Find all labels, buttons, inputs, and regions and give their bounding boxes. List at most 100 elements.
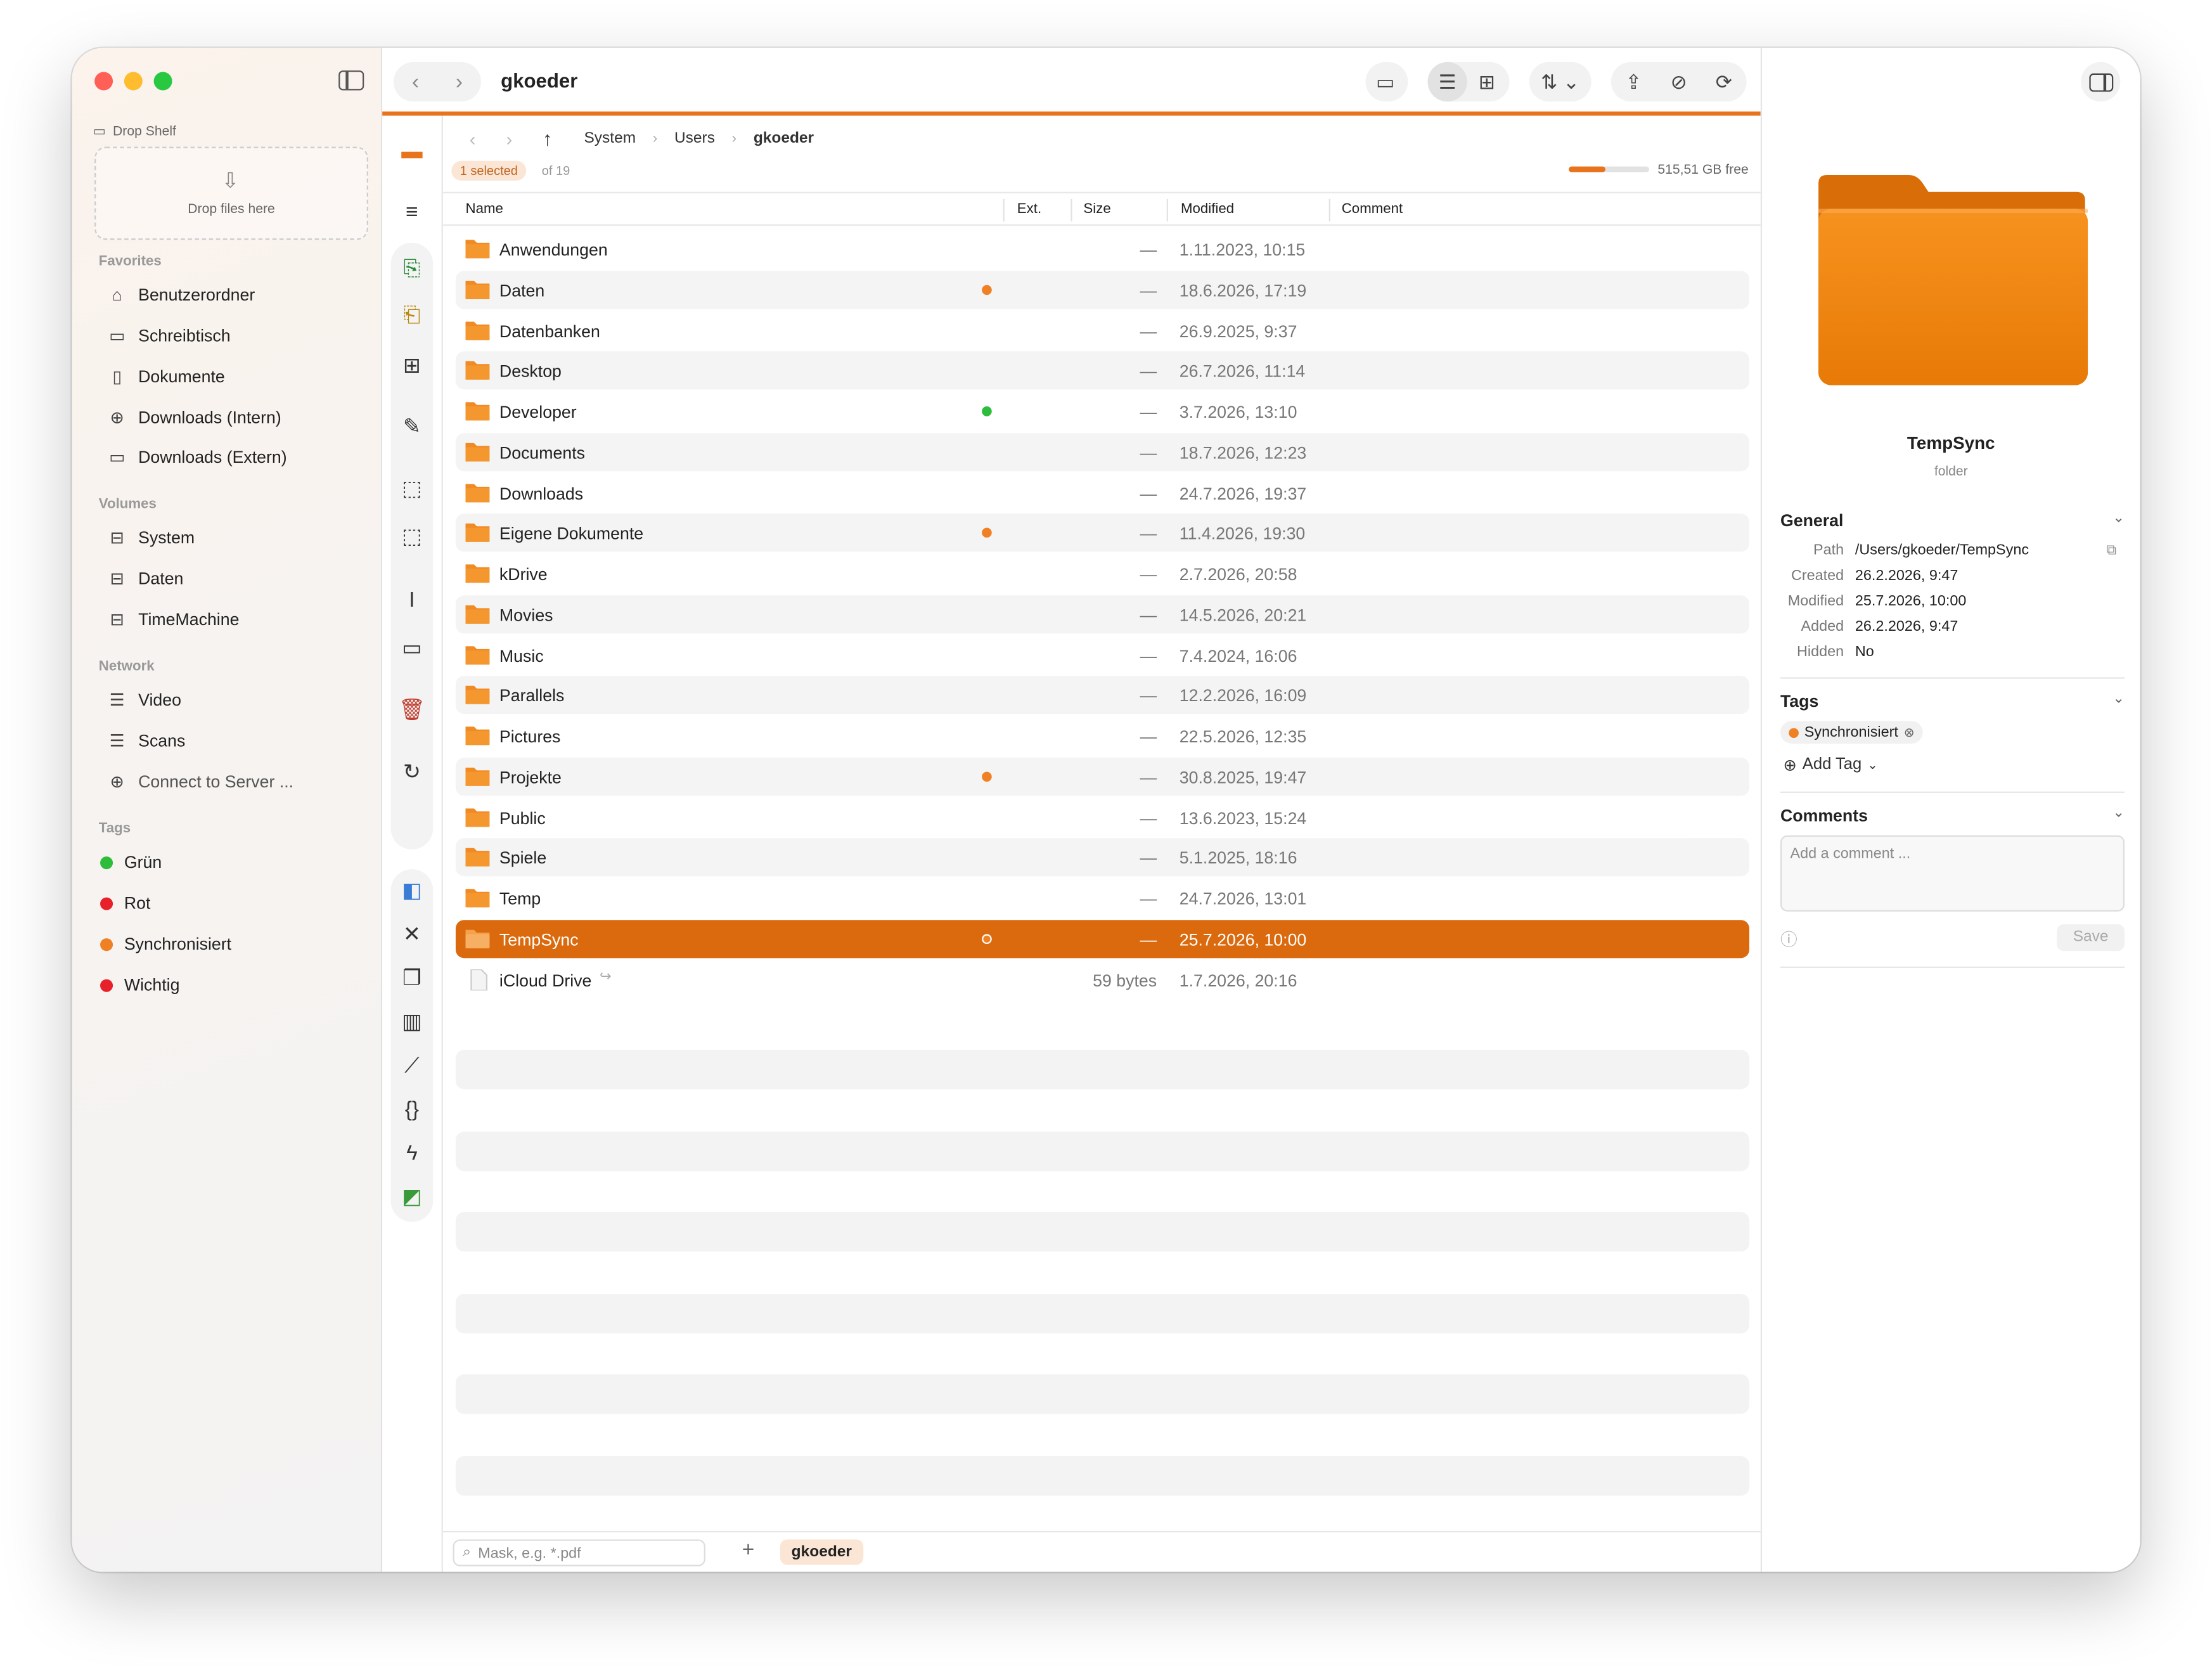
sidebar-tag-wichtig[interactable]: Wichtig (100, 975, 179, 995)
tags-section-header[interactable]: Tags ⌄ (1780, 692, 2125, 711)
table-row[interactable]: iCloud Drive ↪ 59 bytes 1.7.2026, 20:16 (456, 960, 1749, 998)
selection-count-badge: 1 selected (451, 160, 527, 181)
rename-icon[interactable]: I (396, 586, 427, 617)
table-row[interactable]: Datenbanken — 26.9.2025, 9:37 (456, 311, 1749, 349)
menu-icon[interactable]: ≡ (396, 198, 427, 229)
path-back-icon[interactable]: ‹ (454, 127, 491, 148)
path-forward-icon[interactable]: › (491, 127, 528, 148)
app-shortcut-icon[interactable]: ◧ (396, 876, 427, 907)
tag-color-dot (100, 896, 113, 910)
folder-icon (465, 524, 490, 543)
drop-shelf-area[interactable]: ⇩ Drop files here (94, 146, 368, 240)
drive-orange-icon[interactable]: ▬ (396, 137, 427, 168)
list-view-icon[interactable]: ☰ (1427, 61, 1467, 102)
select-remove-icon[interactable]: ⬚ (396, 522, 427, 553)
table-row[interactable]: Daten — 18.6.2026, 17:19 (455, 270, 1749, 309)
comment-input[interactable]: Add a comment ... (1780, 835, 2125, 912)
sidebar-item-daten[interactable]: ⊟ Daten (107, 564, 184, 593)
trash-icon[interactable]: 🗑 (396, 695, 427, 726)
column-name[interactable]: Name (466, 202, 503, 217)
table-row[interactable]: Temp — 24.7.2026, 13:01 (456, 879, 1749, 917)
toggle-sidebar-icon[interactable] (338, 70, 364, 91)
column-ext[interactable]: Ext. (1017, 202, 1041, 217)
column-divider (1003, 198, 1005, 222)
view-single-button[interactable]: ▭ (1365, 61, 1408, 102)
terminal-app-icon[interactable]: ◩ (396, 1182, 427, 1213)
table-row[interactable]: Documents — 18.7.2026, 12:23 (455, 432, 1749, 471)
sidebar-item-benutzerordner[interactable]: ⌂ Benutzerordner (107, 281, 255, 309)
table-row[interactable]: Developer — 3.7.2026, 13:10 (456, 392, 1749, 430)
sidebar-item-system[interactable]: ⊟ System (107, 524, 195, 552)
share-icon[interactable]: ⇪ (1611, 62, 1656, 101)
toggle-inspector-button[interactable] (2081, 61, 2121, 102)
breadcrumb-system[interactable]: System (567, 130, 653, 147)
table-row[interactable]: Movies — 14.5.2026, 20:21 (455, 595, 1749, 633)
sync-icon[interactable]: ⟳ (1701, 62, 1746, 101)
select-add-icon[interactable]: ⬚ (396, 474, 427, 505)
table-row[interactable]: Projekte — 30.8.2025, 19:47 (455, 757, 1749, 796)
save-button[interactable]: Save (2057, 924, 2125, 952)
add-tag-button[interactable]: ⊕ Add Tag ⌄ (1783, 755, 1878, 775)
lightning-icon[interactable]: ϟ (396, 1139, 427, 1170)
sidebar-item-downloads-intern[interactable]: ⊕ Downloads (Intern) (107, 404, 281, 432)
breadcrumb-users[interactable]: Users (657, 130, 731, 147)
table-row[interactable]: Public — 13.6.2023, 15:24 (456, 798, 1749, 836)
minimize-window-button[interactable] (124, 72, 143, 91)
mask-filter-input[interactable]: ⌕ Mask, e.g. *.pdf (453, 1539, 705, 1566)
sidebar-tag-synchronisiert[interactable]: Synchronisiert (100, 934, 231, 954)
new-item-icon[interactable]: ⊞ (396, 351, 427, 382)
connect-to-server-button[interactable]: ⊕ Connect to Server ... (107, 768, 294, 796)
clipboard-icon[interactable]: ❐ (396, 964, 427, 995)
sidebar-item-scans[interactable]: ☰ Scans (107, 726, 186, 755)
forward-button[interactable]: › (456, 70, 463, 94)
sidebar-item-timemachine[interactable]: ⊟ TimeMachine (107, 605, 240, 634)
braces-icon[interactable]: {} (396, 1095, 427, 1126)
sidebar-tag-rot[interactable]: Rot (100, 893, 150, 913)
tools-icon[interactable]: ✕ (396, 920, 427, 951)
table-row[interactable]: Spiele — 5.1.2025, 18:16 (455, 838, 1749, 877)
table-row[interactable]: Desktop — 26.7.2026, 11:14 (455, 351, 1749, 390)
edit-icon[interactable]: ✎ (396, 412, 427, 443)
sidebar-item-dokumente[interactable]: ▯ Dokumente (107, 363, 224, 391)
sidebar-item-downloads-extern[interactable]: ▭ Downloads (Extern) (107, 443, 287, 472)
zoom-window-button[interactable] (153, 72, 172, 91)
new-folder-icon[interactable]: ▭ (396, 633, 427, 664)
breadcrumb-current[interactable]: gkoeder (736, 130, 831, 147)
location-tab[interactable]: gkoeder (780, 1539, 863, 1565)
back-button[interactable]: ‹ (412, 70, 419, 94)
table-row[interactable]: Parallels — 12.2.2026, 16:09 (455, 676, 1749, 714)
sort-button[interactable]: ⇅ ⌄ (1529, 61, 1591, 102)
info-icon[interactable]: ⓘ (1780, 927, 1797, 951)
chevron-down-icon: ⌄ (2112, 691, 2125, 707)
column-comment[interactable]: Comment (1342, 202, 1403, 217)
grid-view-icon[interactable]: ⊞ (1467, 62, 1507, 101)
eyedropper-icon[interactable]: ⟋ (396, 1051, 427, 1082)
table-row[interactable]: Downloads — 24.7.2026, 19:37 (456, 474, 1749, 512)
close-window-button[interactable] (94, 72, 113, 91)
sidebar-tag-gruen[interactable]: Grün (100, 852, 162, 872)
general-section-header[interactable]: General ⌄ (1780, 511, 2125, 531)
column-modified[interactable]: Modified (1181, 202, 1234, 217)
reveal-path-icon[interactable]: ⧉ (2106, 543, 2116, 559)
move-icon[interactable]: ⎗ (396, 300, 427, 332)
table-row[interactable]: TempSync — 25.7.2026, 10:00 (455, 919, 1749, 958)
table-row[interactable]: kDrive — 2.7.2026, 20:58 (456, 555, 1749, 593)
column-size[interactable]: Size (1083, 202, 1110, 217)
refresh-icon[interactable]: ↻ (396, 758, 427, 789)
remove-tag-icon[interactable]: ⊗ (1904, 725, 1915, 740)
file-size: — (1140, 442, 1157, 463)
add-tab-button[interactable]: + (742, 1538, 755, 1562)
table-row[interactable]: Eigene Dokumente — 11.4.2026, 19:30 (455, 513, 1749, 552)
table-row[interactable]: Anwendungen — 1.11.2023, 10:15 (456, 230, 1749, 268)
sidebar-item-video[interactable]: ☰ Video (107, 686, 181, 714)
hidden-files-icon[interactable]: ⊘ (1656, 62, 1701, 101)
comments-section-header[interactable]: Comments ⌄ (1780, 806, 2125, 825)
table-row[interactable]: Pictures — 22.5.2026, 12:35 (456, 717, 1749, 755)
table-row[interactable]: Music — 7.4.2024, 16:06 (456, 636, 1749, 674)
tag-chip[interactable]: Synchronisiert ⊗ (1780, 721, 1923, 744)
volumes-title: Volumes (98, 496, 157, 512)
sidebar-item-schreibtisch[interactable]: ▭ Schreibtisch (107, 321, 231, 350)
parent-folder-icon[interactable]: ↑ (527, 127, 567, 150)
chart-icon[interactable]: ▥ (396, 1007, 427, 1038)
copy-icon[interactable]: ⎘ (396, 254, 427, 285)
